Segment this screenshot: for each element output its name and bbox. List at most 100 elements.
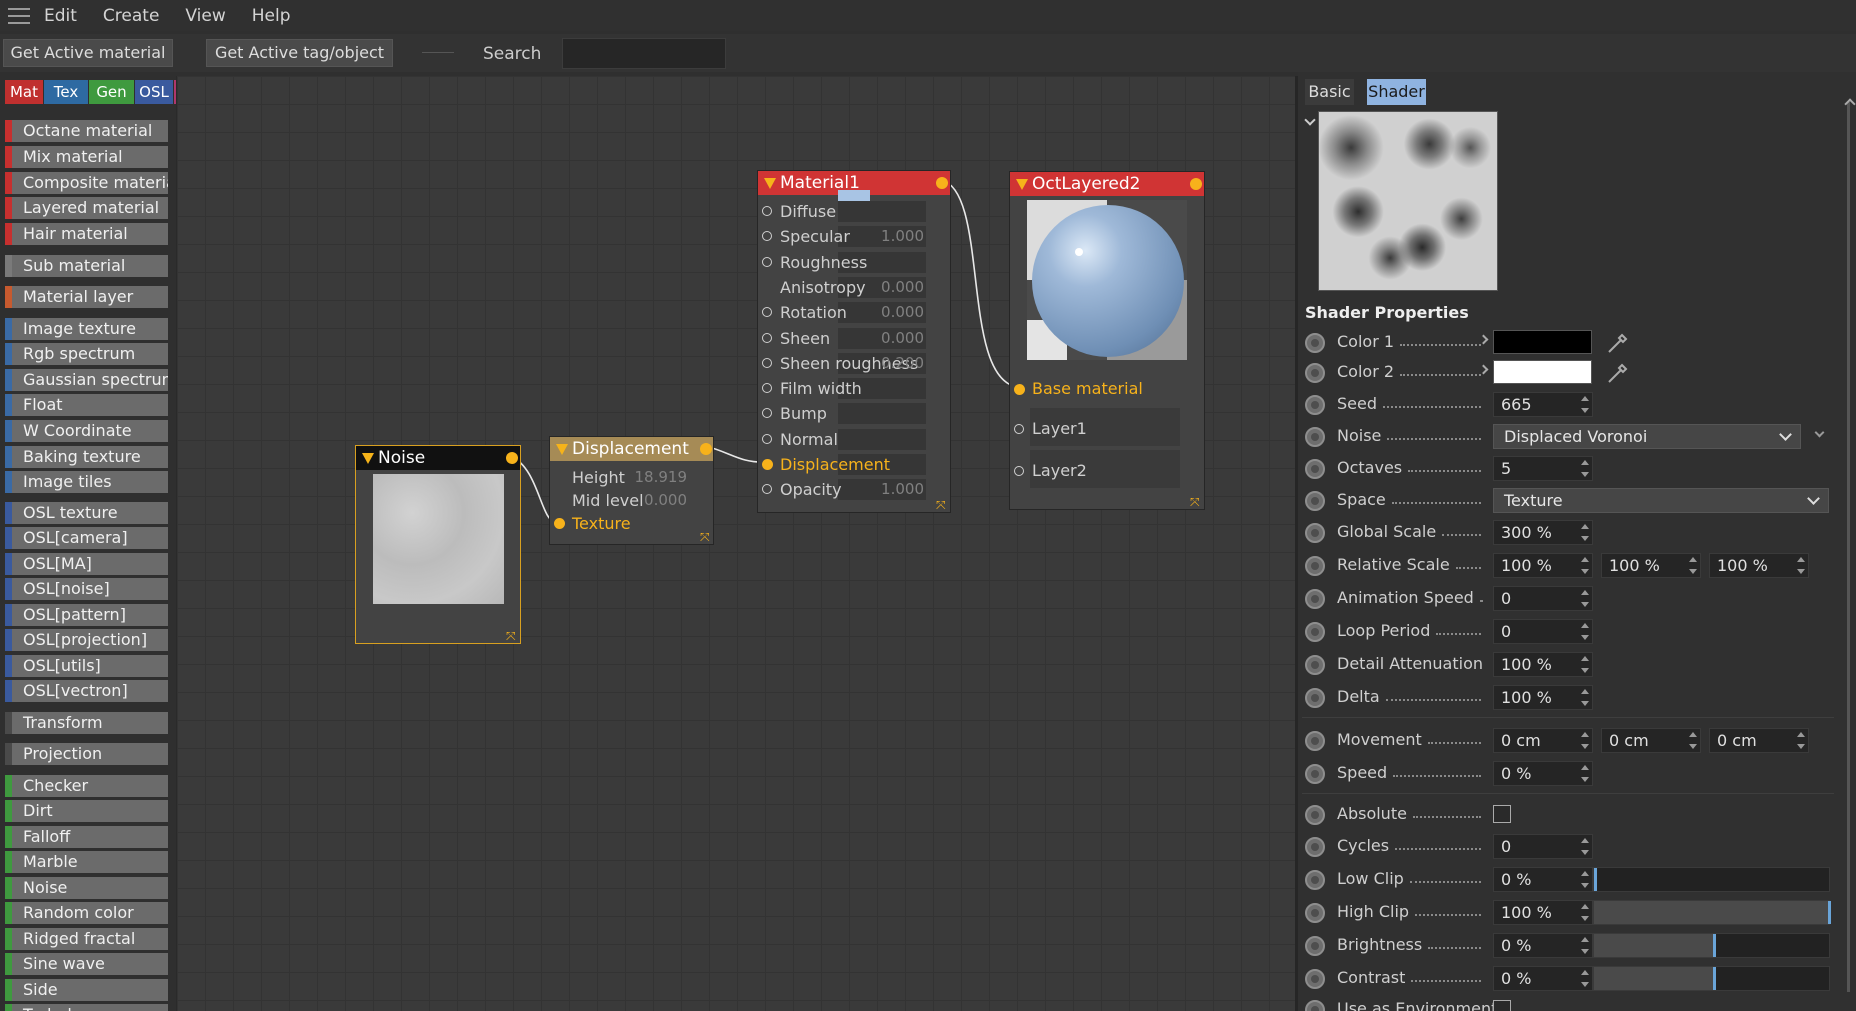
tab-basic[interactable]: Basic xyxy=(1305,79,1354,105)
animate-toggle-icon[interactable] xyxy=(1305,837,1325,857)
eyedropper-icon[interactable] xyxy=(1605,330,1631,356)
prop-field-animation-speed[interactable]: 0 xyxy=(1493,586,1593,611)
animate-toggle-icon[interactable] xyxy=(1305,1000,1325,1011)
spinner-icon[interactable] xyxy=(1581,764,1589,783)
spinner-icon[interactable] xyxy=(1581,903,1589,922)
spinner-icon[interactable] xyxy=(1581,589,1589,608)
prop-field-detail-attenuation[interactable]: 100 % xyxy=(1493,652,1593,677)
animate-toggle-icon[interactable] xyxy=(1305,333,1325,353)
spinner-icon[interactable] xyxy=(1581,459,1589,478)
animate-toggle-icon[interactable] xyxy=(1305,655,1325,675)
absolute-checkbox[interactable] xyxy=(1493,805,1511,823)
noise-node[interactable]: Noise ⤧ xyxy=(355,445,521,644)
animate-toggle-icon[interactable] xyxy=(1305,363,1325,383)
animate-toggle-icon[interactable] xyxy=(1305,936,1325,956)
eyedropper-icon[interactable] xyxy=(1605,360,1631,386)
spinner-icon[interactable] xyxy=(1689,556,1697,575)
collapse-triangle-icon[interactable] xyxy=(1016,179,1028,190)
displacement-port-texture[interactable]: Texture xyxy=(550,511,713,536)
prop-field-global-scale[interactable]: 300 % xyxy=(1493,520,1593,545)
material1-port-rotation[interactable]: Rotation 0.000 xyxy=(758,300,950,325)
prop-field-loop-period[interactable]: 0 xyxy=(1493,619,1593,644)
prop-field-octaves[interactable]: 5 xyxy=(1493,456,1593,481)
prop-slider[interactable] xyxy=(1593,900,1831,925)
resize-handle-icon[interactable]: ⤧ xyxy=(1190,496,1202,508)
spinner-icon[interactable] xyxy=(1581,622,1589,641)
material1-node[interactable]: Material1 ⤧ Diffuse Specular 1.000 Roughnes… xyxy=(757,170,951,513)
spinner-icon[interactable] xyxy=(1581,837,1589,856)
use-as-environment-checkbox[interactable] xyxy=(1493,1000,1511,1011)
displacement-node[interactable]: Displacement Height 18.919 Mid level 0.000… xyxy=(549,436,714,545)
material1-output-port[interactable] xyxy=(936,177,948,189)
prop-field-movement-z[interactable]: 0 cm xyxy=(1709,728,1809,753)
displacement-node-header[interactable]: Displacement xyxy=(550,437,713,461)
resize-handle-icon[interactable]: ⤧ xyxy=(506,630,518,642)
octlayered2-node[interactable]: OctLayered2 Base material Layer1 Layer2 … xyxy=(1009,171,1205,510)
prop-slider[interactable] xyxy=(1593,966,1830,991)
tab-shader[interactable]: Shader xyxy=(1367,79,1426,105)
material1-port-specular[interactable]: Specular 1.000 xyxy=(758,224,950,249)
panel-scrollbar[interactable] xyxy=(1847,102,1850,992)
material1-port-normal[interactable]: Normal xyxy=(758,427,950,452)
prop-field-relative-scale-z[interactable]: 100 % xyxy=(1709,553,1809,578)
animate-toggle-icon[interactable] xyxy=(1305,523,1325,543)
displacement-output-port[interactable] xyxy=(700,443,712,455)
port-layer2[interactable]: Layer2 xyxy=(1010,456,1204,486)
prop-field-movement-y[interactable]: 0 cm xyxy=(1601,728,1701,753)
color-swatch[interactable] xyxy=(1493,330,1592,354)
octlayered2-node-header[interactable]: OctLayered2 xyxy=(1010,172,1204,196)
prop-field-delta[interactable]: 100 % xyxy=(1493,685,1593,710)
prop-field-seed[interactable]: 665 xyxy=(1493,392,1593,417)
spinner-icon[interactable] xyxy=(1581,969,1589,988)
material1-port-roughness[interactable]: Roughness xyxy=(758,250,950,275)
prop-field-brightness[interactable]: 0 % xyxy=(1493,933,1593,958)
displacement-port-height[interactable]: Height 18.919 xyxy=(550,465,713,490)
noise-type-dropdown[interactable]: Displaced Voronoi xyxy=(1493,424,1801,449)
port-base-material[interactable]: Base material xyxy=(1010,374,1204,404)
noise-output-port[interactable] xyxy=(506,452,518,464)
spinner-icon[interactable] xyxy=(1797,556,1805,575)
animate-toggle-icon[interactable] xyxy=(1305,870,1325,890)
collapse-chevron-icon[interactable] xyxy=(1304,114,1316,126)
spinner-icon[interactable] xyxy=(1581,731,1589,750)
animate-toggle-icon[interactable] xyxy=(1305,805,1325,825)
spinner-icon[interactable] xyxy=(1581,395,1589,414)
material1-port-sheen-roughness[interactable]: Sheen roughness 0.200 xyxy=(758,351,950,376)
expand-arrow-icon[interactable] xyxy=(1478,364,1489,375)
animate-toggle-icon[interactable] xyxy=(1305,622,1325,642)
animate-toggle-icon[interactable] xyxy=(1305,395,1325,415)
material1-port-displacement[interactable]: Displacement xyxy=(758,452,950,477)
material1-port-diffuse[interactable]: Diffuse xyxy=(758,199,950,224)
expand-chevron-icon[interactable] xyxy=(1814,427,1825,438)
noise-node-header[interactable]: Noise xyxy=(356,446,520,470)
animate-toggle-icon[interactable] xyxy=(1305,688,1325,708)
prop-field-high-clip[interactable]: 100 % xyxy=(1493,900,1593,925)
spinner-icon[interactable] xyxy=(1689,731,1697,750)
expand-arrow-icon[interactable] xyxy=(1478,334,1489,345)
animate-toggle-icon[interactable] xyxy=(1305,556,1325,576)
prop-field-relative-scale-x[interactable]: 100 % xyxy=(1493,553,1593,578)
prop-slider[interactable] xyxy=(1593,867,1830,892)
material1-port-anisotropy[interactable]: Anisotropy 0.000 xyxy=(758,275,950,300)
material1-port-opacity[interactable]: Opacity 1.000 xyxy=(758,477,950,502)
animate-toggle-icon[interactable] xyxy=(1305,903,1325,923)
animate-toggle-icon[interactable] xyxy=(1305,491,1325,511)
spinner-icon[interactable] xyxy=(1797,731,1805,750)
resize-handle-icon[interactable]: ⤧ xyxy=(700,531,712,543)
prop-field-relative-scale-y[interactable]: 100 % xyxy=(1601,553,1701,578)
animate-toggle-icon[interactable] xyxy=(1305,731,1325,751)
spinner-icon[interactable] xyxy=(1581,870,1589,889)
prop-field-cycles[interactable]: 0 xyxy=(1493,834,1593,859)
port-layer1[interactable]: Layer1 xyxy=(1010,414,1204,444)
spinner-icon[interactable] xyxy=(1581,936,1589,955)
collapse-triangle-icon[interactable] xyxy=(764,178,776,189)
space-dropdown[interactable]: Texture xyxy=(1493,488,1829,513)
prop-slider[interactable] xyxy=(1593,933,1830,958)
spinner-icon[interactable] xyxy=(1581,688,1589,707)
octlayered2-output-port[interactable] xyxy=(1190,178,1202,190)
spinner-icon[interactable] xyxy=(1581,556,1589,575)
material1-port-sheen[interactable]: Sheen 0.000 xyxy=(758,326,950,351)
prop-field-contrast[interactable]: 0 % xyxy=(1493,966,1593,991)
spinner-icon[interactable] xyxy=(1581,655,1589,674)
material1-port-bump[interactable]: Bump xyxy=(758,401,950,426)
